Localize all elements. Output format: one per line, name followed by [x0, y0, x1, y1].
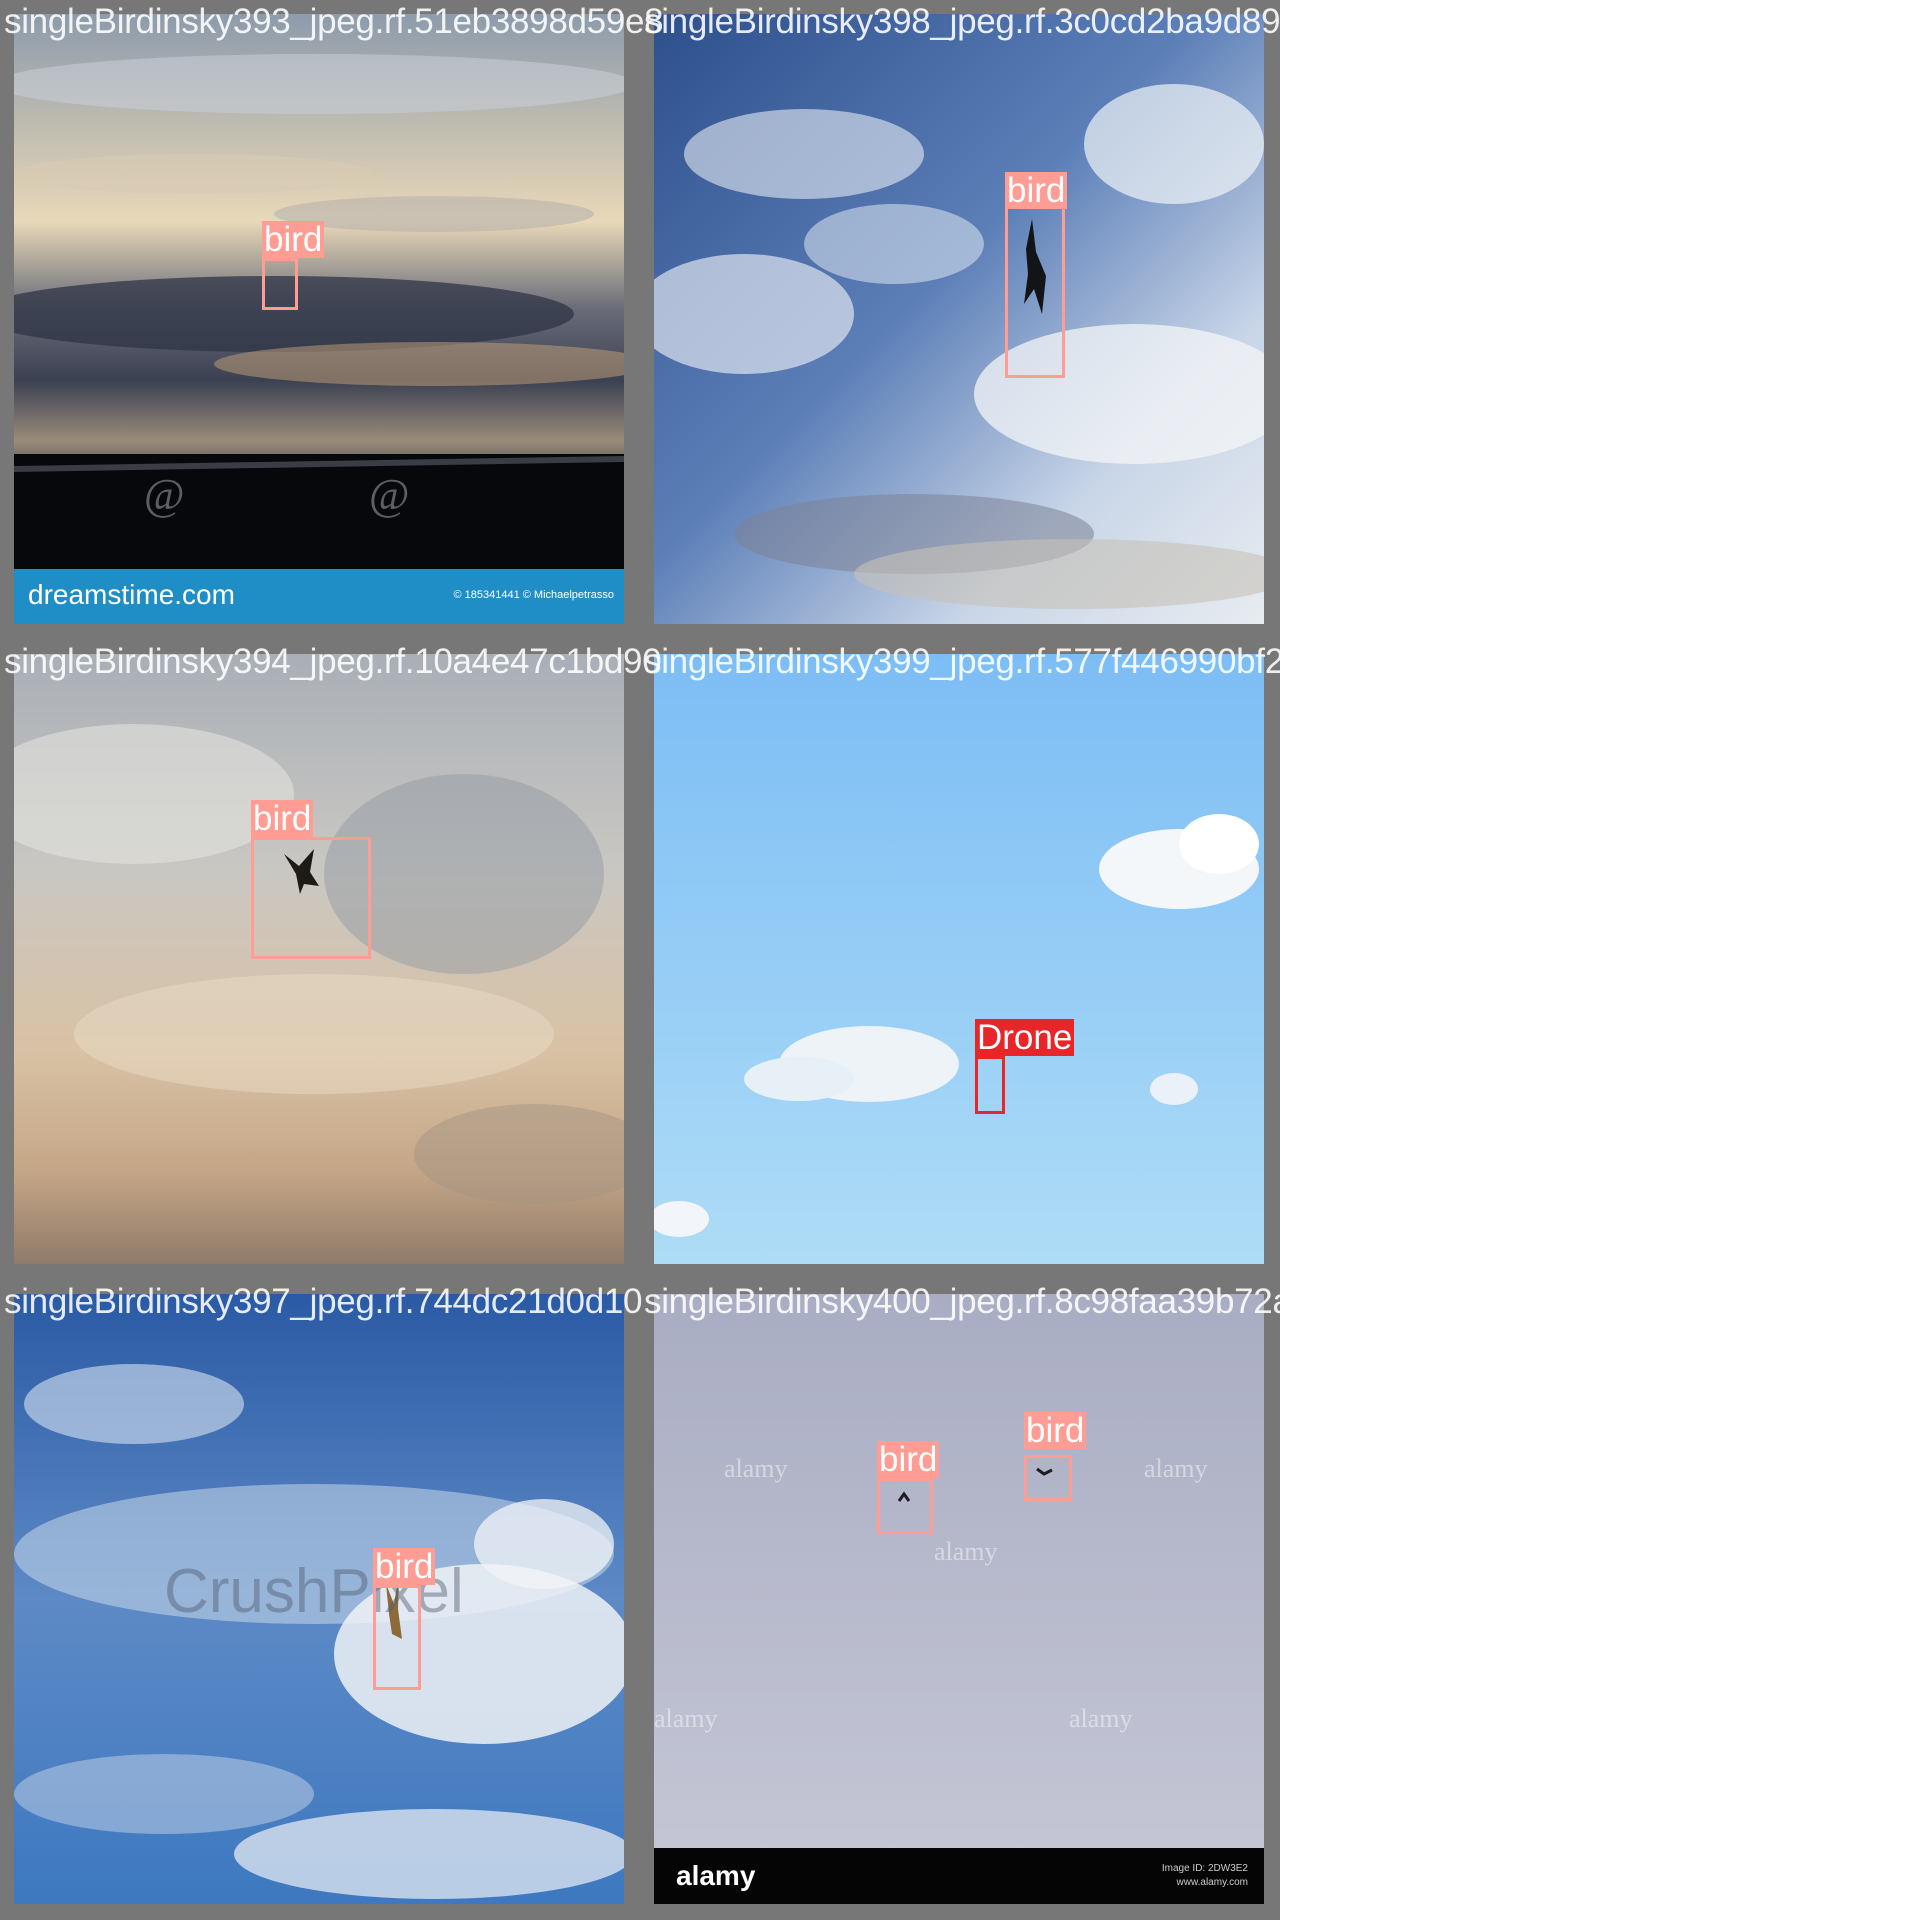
- sky-photo-grey: alamy alamy alamy alamy alamy alamy Imag…: [654, 1294, 1264, 1904]
- watermark-spiral-icon: @: [369, 470, 410, 519]
- tile-3: bird singleBirdinsky394_jpeg.rf.10a4e47c…: [0, 640, 662, 1280]
- image-filename: singleBirdinsky393_jpeg.rf.51eb3898d59e8: [4, 2, 664, 41]
- sky-photo-clear: [654, 654, 1264, 1264]
- alamy-watermark: alamy: [724, 1454, 788, 1483]
- bird-box-label: bird: [373, 1547, 436, 1586]
- alamy-watermark: alamy: [654, 1704, 718, 1733]
- tile-4: Drone singleBirdinsky399_jpeg.rf.577f446…: [640, 640, 1284, 1280]
- alamy-image-id: Image ID: 2DW3E2: [1161, 1863, 1248, 1874]
- dreamstime-logo: dreamstime.com: [28, 579, 235, 610]
- alamy-watermark: alamy: [934, 1537, 998, 1566]
- alamy-credit: Image ID: 2DW3E2 www.alamy.com: [1162, 1862, 1248, 1890]
- bird-bounding-box: [877, 1478, 933, 1534]
- bird-box-label: bird: [1024, 1411, 1087, 1450]
- tile-5: CrushPixel bird singleBirdinsky397_jpeg.…: [0, 1280, 643, 1920]
- image-filename: singleBirdinsky399_jpeg.rf.577f446990bf2: [644, 642, 1284, 681]
- sky-photo-sunset: @ @ dreamstime.com © 185341441 © Michael…: [14, 14, 624, 624]
- bird-bounding-box: [262, 258, 298, 310]
- alamy-watermark: alamy: [1069, 1704, 1133, 1733]
- drone-bounding-box: [975, 1056, 1005, 1114]
- bird-bounding-box: [373, 1585, 421, 1690]
- image-filename: singleBirdinsky394_jpeg.rf.10a4e47c1bd90: [4, 642, 662, 681]
- tile-1: @ @ dreamstime.com © 185341441 © Michael…: [0, 0, 664, 640]
- bird-box-label: bird: [262, 220, 325, 259]
- dreamstime-footer: dreamstime.com © 185341441 © Michaelpetr…: [14, 569, 624, 624]
- sky-photo-cirrus: [654, 14, 1264, 624]
- alamy-watermark: alamy: [1144, 1454, 1208, 1483]
- dreamstime-credit: © 185341441 © Michaelpetrasso: [453, 589, 614, 601]
- image-filename: singleBirdinsky400_jpeg.rf.8c98faa39b72a: [644, 1282, 1292, 1321]
- alamy-footer: alamy Image ID: 2DW3E2 www.alamy.com: [654, 1848, 1264, 1904]
- bird-box-label: bird: [1005, 171, 1068, 210]
- alamy-url: www.alamy.com: [1176, 1877, 1249, 1888]
- tile-6: alamy alamy alamy alamy alamy alamy Imag…: [640, 1280, 1292, 1920]
- watermark-spiral-icon: @: [144, 470, 185, 519]
- bird-bounding-box: [1024, 1455, 1072, 1501]
- sky-photo-overcast: [14, 654, 624, 1264]
- sky-photo-cumulus: CrushPixel: [14, 1294, 624, 1904]
- tile-2: bird singleBirdinsky398_jpeg.rf.3c0cd2ba…: [640, 0, 1300, 640]
- image-filename: singleBirdinsky397_jpeg.rf.744dc21d0d10: [4, 1282, 643, 1321]
- drone-box-label: Drone: [975, 1018, 1075, 1057]
- image-filename: singleBirdinsky398_jpeg.rf.3c0cd2ba9d89d: [644, 2, 1300, 41]
- alamy-logo: alamy: [676, 1860, 756, 1891]
- bird-box-label: bird: [251, 799, 314, 838]
- bird-bounding-box: [1005, 205, 1065, 378]
- bird-box-label: bird: [877, 1440, 940, 1479]
- bird-bounding-box: [251, 837, 371, 959]
